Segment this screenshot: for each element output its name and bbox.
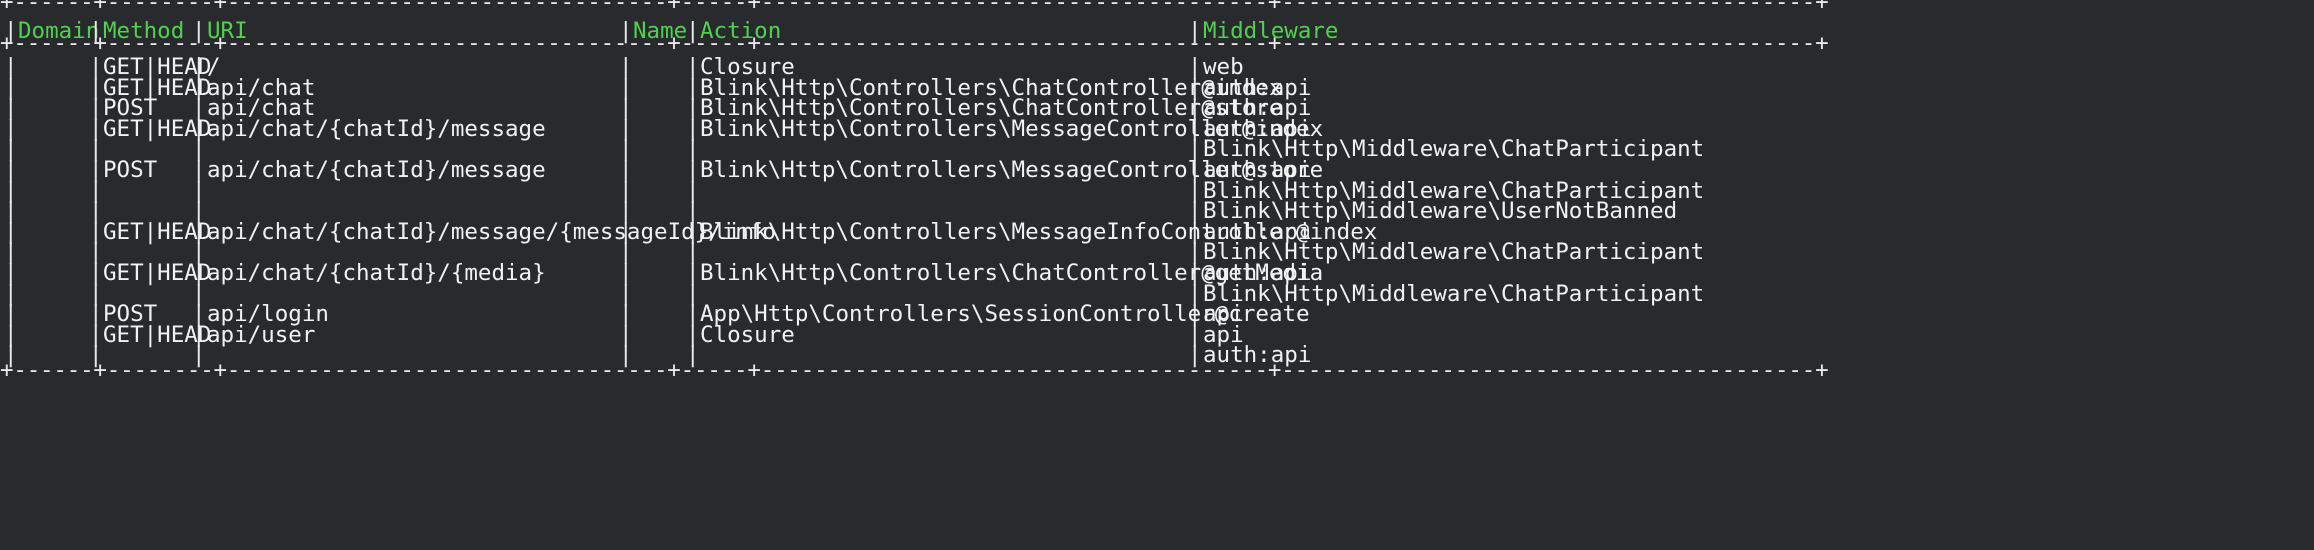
table-border-bottom: +------+--------+-----------------------… <box>0 357 1829 383</box>
terminal-window: +------+--------+-----------------------… <box>0 0 2314 550</box>
table-border-top: +------+--------+-----------------------… <box>0 0 1829 15</box>
